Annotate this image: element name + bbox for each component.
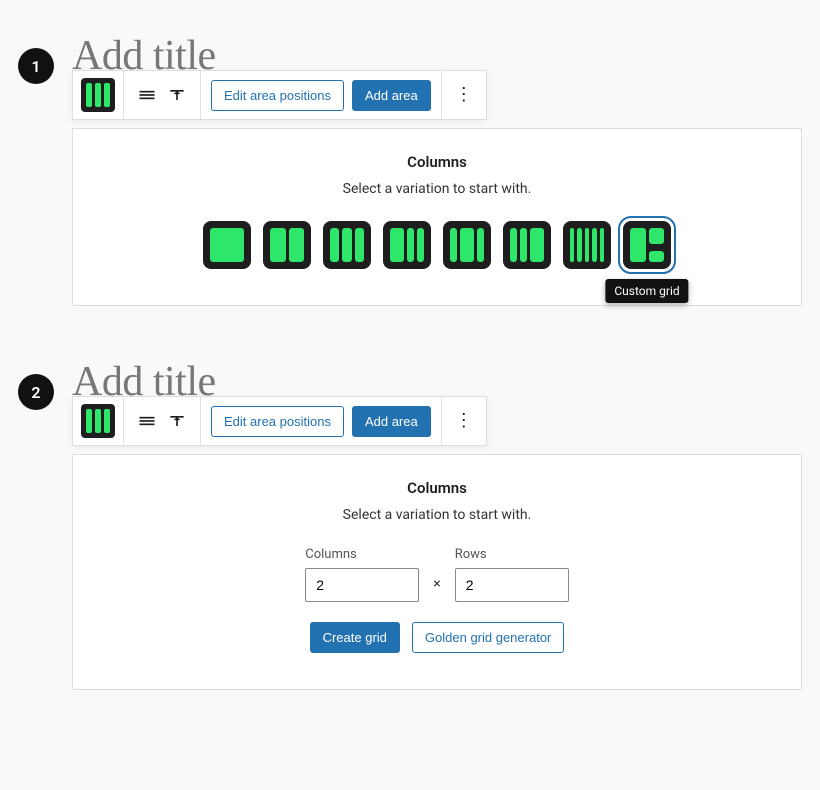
custom-grid-placeholder: Columns Select a variation to start with… xyxy=(72,454,802,690)
more-options-icon[interactable]: ⋮ xyxy=(450,86,478,104)
step-2: 2 Add title Edit area positions Add area… xyxy=(18,366,802,690)
placeholder-subtitle: Select a variation to start with. xyxy=(97,181,777,197)
edit-area-positions-button[interactable]: Edit area positions xyxy=(211,406,344,437)
area-actions: Edit area positions Add area xyxy=(201,71,442,119)
golden-grid-button[interactable]: Golden grid generator xyxy=(412,622,564,653)
rows-field: Rows xyxy=(455,547,569,602)
variation-custom-grid[interactable] xyxy=(623,221,671,269)
block-type-cell[interactable] xyxy=(73,397,124,445)
area-actions: Edit area positions Add area xyxy=(201,397,442,445)
grid-size-form: Columns × Rows xyxy=(97,547,777,602)
variation-1col[interactable] xyxy=(203,221,251,269)
step-badge: 2 xyxy=(18,374,54,410)
columns-label: Columns xyxy=(305,547,419,562)
step-badge: 1 xyxy=(18,48,54,84)
columns-block-icon xyxy=(81,404,115,438)
placeholder-subtitle: Select a variation to start with. xyxy=(97,507,777,523)
create-grid-button[interactable]: Create grid xyxy=(310,622,400,653)
custom-grid-tooltip: Custom grid xyxy=(605,279,688,303)
more-cell: ⋮ xyxy=(442,397,486,445)
placeholder-title: Columns xyxy=(97,479,777,497)
more-options-icon[interactable]: ⋮ xyxy=(450,412,478,430)
rows-label: Rows xyxy=(455,547,569,562)
variation-2col[interactable] xyxy=(263,221,311,269)
variation-3col-wide-center[interactable] xyxy=(443,221,491,269)
align-controls xyxy=(124,397,201,445)
block-toolbar: Edit area positions Add area ⋮ xyxy=(72,70,487,120)
vertical-align-icon[interactable] xyxy=(162,406,192,436)
block-toolbar: Edit area positions Add area ⋮ xyxy=(72,396,487,446)
variations-placeholder: Columns Select a variation to start with… xyxy=(72,128,802,306)
add-area-button[interactable]: Add area xyxy=(352,80,431,111)
more-cell: ⋮ xyxy=(442,71,486,119)
align-icon[interactable] xyxy=(132,406,162,436)
placeholder-title: Columns xyxy=(97,153,777,171)
rows-input[interactable] xyxy=(455,568,569,602)
variation-3col[interactable] xyxy=(323,221,371,269)
variation-3col-wide-left[interactable] xyxy=(383,221,431,269)
block-type-cell[interactable] xyxy=(73,71,124,119)
align-icon[interactable] xyxy=(132,80,162,110)
times-symbol: × xyxy=(433,576,440,602)
vertical-align-icon[interactable] xyxy=(162,80,192,110)
align-controls xyxy=(124,71,201,119)
add-area-button[interactable]: Add area xyxy=(352,406,431,437)
variation-3col-wide-right[interactable] xyxy=(503,221,551,269)
edit-area-positions-button[interactable]: Edit area positions xyxy=(211,80,344,111)
columns-field: Columns xyxy=(305,547,419,602)
columns-block-icon xyxy=(81,78,115,112)
step-1: 1 Add title Edit area positions Add area… xyxy=(18,40,802,306)
variation-list: Custom grid xyxy=(97,221,777,269)
variation-custom-grid-wrap: Custom grid xyxy=(623,221,671,269)
columns-input[interactable] xyxy=(305,568,419,602)
grid-form-buttons: Create grid Golden grid generator xyxy=(97,622,777,653)
variation-5col[interactable] xyxy=(563,221,611,269)
